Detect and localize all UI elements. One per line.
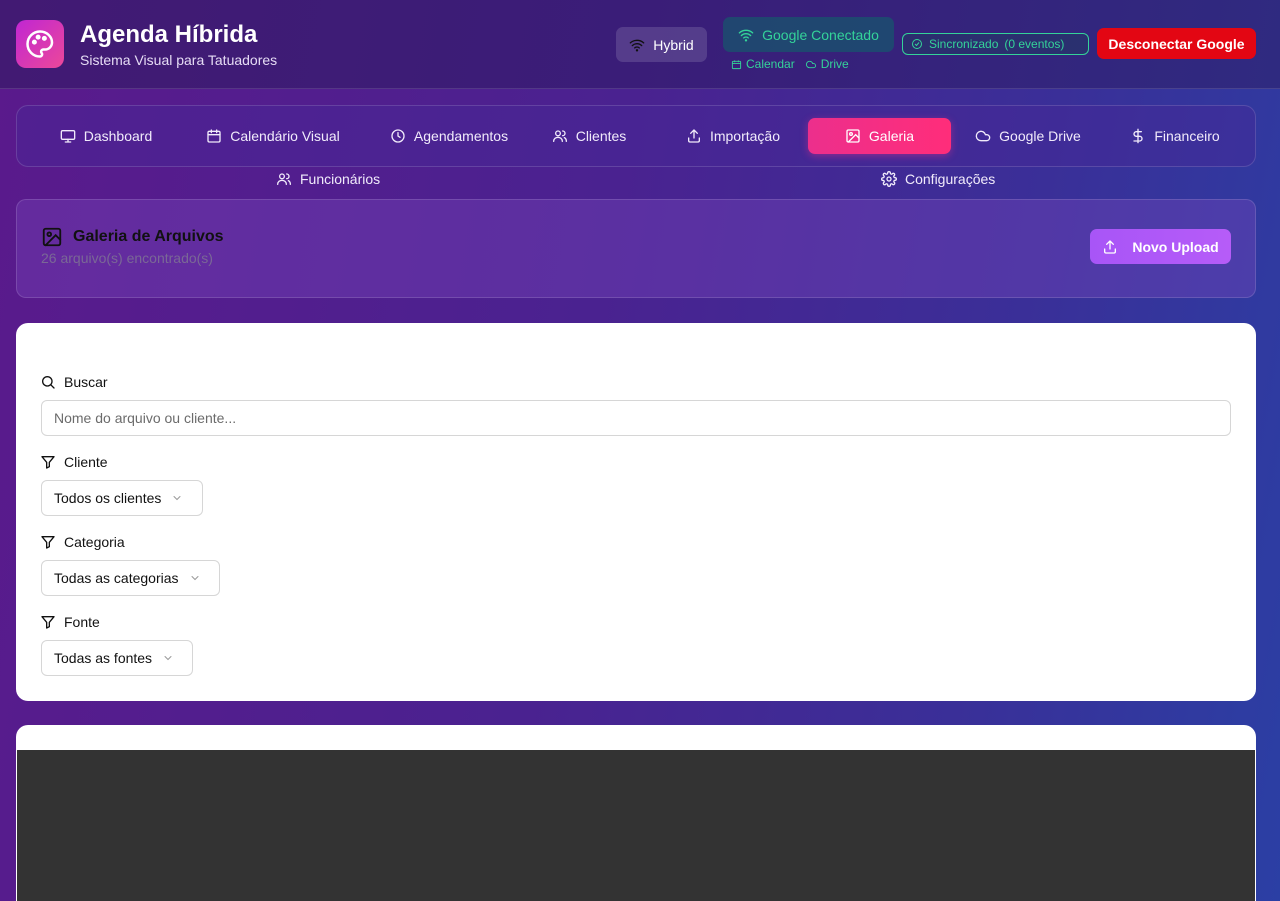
category-filter-label: Categoria [40,533,125,551]
chevron-down-icon [162,652,174,664]
nav-calendario-visual[interactable]: Calendário Visual [177,118,369,154]
gear-icon [881,171,897,187]
nav-clientes-label: Clientes [575,128,627,144]
filter-card: Buscar Cliente Todos os clientes Categor… [16,323,1256,701]
nav-galeria[interactable]: Galeria [808,118,951,154]
gallery-title: Galeria de Arquivos [41,226,224,248]
google-status-button[interactable]: Google Conectado [723,17,894,52]
sync-status-badge: Sincronizado (0 eventos) [902,33,1089,55]
nav-funcionarios-label: Funcionários [300,171,381,187]
hybrid-mode-button[interactable]: Hybrid [616,27,707,62]
new-upload-button[interactable]: Novo Upload [1090,229,1231,264]
nav-dashboard[interactable]: Dashboard [35,118,177,154]
nav-agendamentos[interactable]: Agendamentos [360,118,538,154]
gallery-header-card: Galeria de Arquivos 26 arquivo(s) encont… [16,199,1256,298]
nav-configuracoes-label: Configurações [905,171,996,187]
nav-dashboard-label: Dashboard [83,128,153,144]
sync-label: Sincronizado [929,37,999,51]
gallery-image-preview[interactable] [17,750,1255,901]
calendar-icon [206,128,222,144]
nav-galeria-label: Galeria [868,128,915,144]
upload-icon [686,128,702,144]
nav-calendario-visual-label: Calendário Visual [230,128,340,144]
filter-icon [40,614,56,630]
source-filter-label: Fonte [40,613,100,631]
wifi-icon [629,37,645,53]
nav-importacao[interactable]: Importação [669,118,797,154]
search-icon [40,374,56,390]
search-label: Buscar [40,373,108,391]
google-service-drive: Drive [805,57,849,71]
clock-icon [390,128,406,144]
chevron-down-icon [171,492,183,504]
cloud-icon [975,128,991,144]
source-filter-label-text: Fonte [64,614,100,630]
google-services: Calendar Drive [731,56,853,72]
dollar-icon [1130,128,1146,144]
nav-google-drive[interactable]: Google Drive [961,118,1095,154]
category-select-value: Todas as categorias [54,570,179,586]
search-input[interactable] [41,400,1231,436]
palette-logo-icon [16,20,64,68]
google-service-drive-label: Drive [820,57,849,71]
client-select-value: Todos os clientes [54,490,162,506]
chevron-down-icon [189,572,201,584]
calendar-icon [731,59,742,70]
category-select[interactable]: Todas as categorias [41,560,220,596]
app-title: Agenda Híbrida [80,21,258,48]
app-subtitle: Sistema Visual para Tatuadores [80,52,278,68]
nav-configuracoes[interactable]: Configurações [881,170,995,188]
client-filter-label: Cliente [40,453,108,471]
nav-importacao-label: Importação [709,128,781,144]
filter-icon [40,534,56,550]
filter-icon [40,454,56,470]
image-icon [845,128,861,144]
app-header: Agenda Híbrida Sistema Visual para Tatua… [0,0,1280,89]
google-service-calendar-label: Calendar [746,57,795,71]
client-filter-label-text: Cliente [64,454,108,470]
search-label-text: Buscar [64,374,108,390]
nav-financeiro-label: Financeiro [1154,128,1220,144]
image-icon [41,226,63,248]
gallery-file-count: 26 arquivo(s) encontrado(s) [41,250,213,266]
disconnect-google-button[interactable]: Desconectar Google [1097,28,1256,59]
gallery-grid-card [16,725,1256,901]
gallery-title-label: Galeria de Arquivos [73,228,224,245]
nav-agendamentos-label: Agendamentos [413,128,509,144]
upload-icon [1102,239,1118,255]
users-icon [276,171,292,187]
source-select-value: Todas as fontes [54,650,153,666]
source-select[interactable]: Todas as fontes [41,640,193,676]
monitor-icon [60,128,76,144]
users-icon [552,128,568,144]
nav-google-drive-label: Google Drive [999,128,1081,144]
sync-count: (0 eventos) [1004,37,1065,51]
wifi-icon [738,27,754,43]
hybrid-mode-label: Hybrid [653,36,694,53]
check-circle-icon [911,38,923,50]
client-select[interactable]: Todos os clientes [41,480,203,516]
google-status-label: Google Conectado [762,26,879,43]
nav-funcionarios[interactable]: Funcionários [276,170,380,188]
google-service-calendar: Calendar [731,57,795,71]
cloud-icon [805,59,817,70]
nav-clientes[interactable]: Clientes [527,118,651,154]
main-nav: Dashboard Calendário Visual Agendamentos… [16,105,1256,167]
category-filter-label-text: Categoria [64,534,125,550]
new-upload-label: Novo Upload [1132,238,1219,255]
nav-financeiro[interactable]: Financeiro [1113,118,1237,154]
